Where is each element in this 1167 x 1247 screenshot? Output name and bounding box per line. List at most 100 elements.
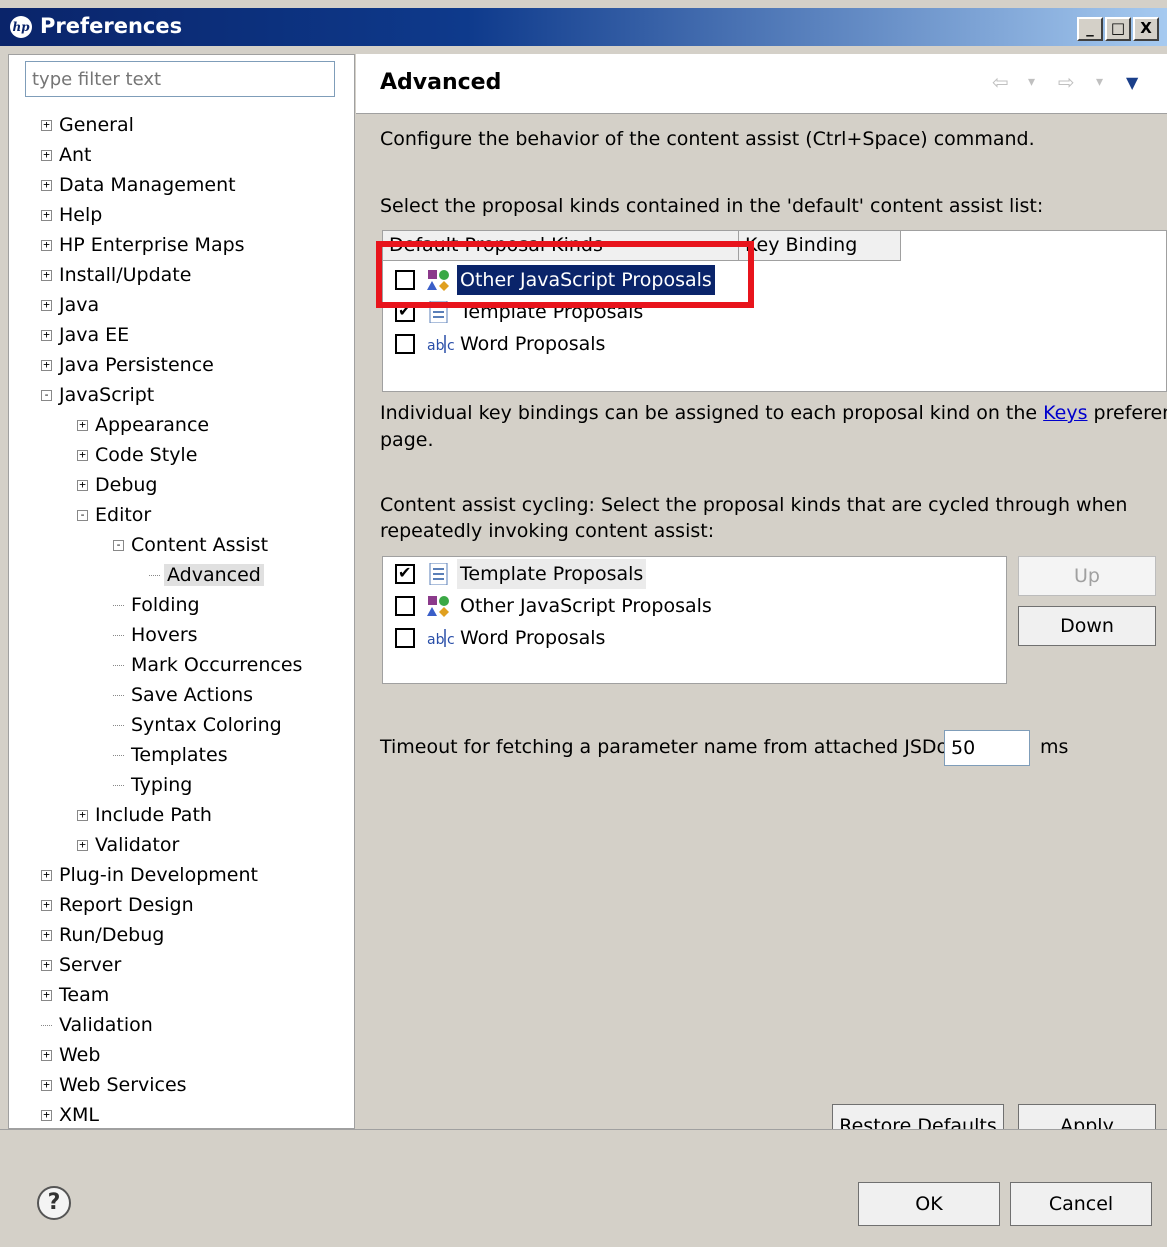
tree-item-help[interactable]: + Help xyxy=(41,201,105,231)
tree-item-run-debug[interactable]: + Run/Debug xyxy=(41,921,167,951)
expand-icon[interactable]: + xyxy=(41,209,52,221)
help-icon[interactable]: ? xyxy=(37,1186,71,1220)
expand-icon[interactable]: + xyxy=(41,1079,52,1091)
expand-icon[interactable]: + xyxy=(77,839,88,851)
tree-item-label: Java Persistence xyxy=(59,354,214,376)
forward-menu-icon[interactable]: ▾ xyxy=(1096,74,1103,90)
keys-link[interactable]: Keys xyxy=(1043,402,1087,424)
timeout-input[interactable] xyxy=(944,730,1030,766)
tree-item-xml[interactable]: + XML xyxy=(41,1101,102,1131)
tree-item-label: Report Design xyxy=(59,894,194,916)
tree-item-templates[interactable]: Templates xyxy=(113,741,231,771)
expand-icon[interactable]: + xyxy=(41,1049,52,1061)
tree-item-mark-occurrences[interactable]: Mark Occurrences xyxy=(113,651,305,681)
tree-item-label: HP Enterprise Maps xyxy=(59,234,245,256)
checkbox[interactable] xyxy=(395,334,415,354)
expand-icon[interactable]: + xyxy=(41,869,52,881)
view-menu-icon[interactable]: ▼ xyxy=(1126,73,1138,92)
tree-item-folding[interactable]: Folding xyxy=(113,591,203,621)
tree-item-label: Web Services xyxy=(59,1074,187,1096)
tree-item-save-actions[interactable]: Save Actions xyxy=(113,681,256,711)
back-arrow-icon[interactable]: ⇦ xyxy=(992,70,1009,94)
collapse-icon[interactable]: - xyxy=(77,509,88,521)
tree-item-label: JavaScript xyxy=(59,384,155,406)
forward-arrow-icon[interactable]: ⇨ xyxy=(1058,70,1075,94)
tree-item-java-ee[interactable]: + Java EE xyxy=(41,321,132,351)
tree-item-validation[interactable]: Validation xyxy=(41,1011,156,1041)
tree-item-javascript[interactable]: - JavaScript xyxy=(41,381,157,411)
tree-item-plug-in-development[interactable]: + Plug-in Development xyxy=(41,861,261,891)
tree-item-label: Help xyxy=(59,204,103,226)
expand-icon[interactable]: + xyxy=(41,899,52,911)
list-item[interactable]: Other JavaScript Proposals xyxy=(383,591,983,621)
tree-item-data-management[interactable]: + Data Management xyxy=(41,171,239,201)
tree-item-web-services[interactable]: + Web Services xyxy=(41,1071,190,1101)
ok-button[interactable]: OK xyxy=(858,1182,1000,1226)
tree-item-web[interactable]: + Web xyxy=(41,1041,103,1071)
tree-item-validator[interactable]: + Validator xyxy=(77,831,182,861)
close-button[interactable]: X xyxy=(1133,17,1159,41)
expand-icon[interactable]: + xyxy=(41,929,52,941)
expand-icon[interactable]: + xyxy=(41,329,52,341)
tree-item-java[interactable]: + Java xyxy=(41,291,102,321)
checkbox[interactable] xyxy=(395,628,415,648)
tree-connector xyxy=(113,695,124,696)
tree-item-ant[interactable]: + Ant xyxy=(41,141,95,171)
tree-connector xyxy=(113,785,124,786)
column-header-key-binding[interactable]: Key Binding xyxy=(739,231,901,261)
expand-icon[interactable]: + xyxy=(41,1109,52,1121)
tree-item-hovers[interactable]: Hovers xyxy=(113,621,201,651)
tree-item-report-design[interactable]: + Report Design xyxy=(41,891,197,921)
down-button[interactable]: Down xyxy=(1018,606,1156,646)
collapse-icon[interactable]: - xyxy=(113,539,124,551)
list-item[interactable]: ab c Word Proposals xyxy=(383,329,983,359)
expand-icon[interactable]: + xyxy=(41,179,52,191)
keybinding-info-text: Individual key bindings can be assigned … xyxy=(380,402,1044,424)
up-button[interactable]: Up xyxy=(1018,556,1156,596)
tree-item-advanced[interactable]: Advanced xyxy=(149,561,264,591)
expand-icon[interactable]: + xyxy=(41,959,52,971)
tree-item-team[interactable]: + Team xyxy=(41,981,112,1011)
tree-item-install-update[interactable]: + Install/Update xyxy=(41,261,194,291)
list-item[interactable]: ab c Word Proposals xyxy=(383,623,983,653)
expand-icon[interactable]: + xyxy=(77,809,88,821)
cancel-button[interactable]: Cancel xyxy=(1010,1182,1152,1226)
minimize-button[interactable]: _ xyxy=(1077,17,1103,41)
tree-item-debug[interactable]: + Debug xyxy=(77,471,160,501)
expand-icon[interactable]: + xyxy=(41,149,52,161)
cycling-proposal-list: Template Proposals Other JavaScript Propo… xyxy=(382,556,1007,684)
tree-item-java-persistence[interactable]: + Java Persistence xyxy=(41,351,217,381)
expand-icon[interactable]: + xyxy=(77,449,88,461)
collapse-icon[interactable]: - xyxy=(41,389,52,401)
list-item[interactable]: Template Proposals xyxy=(383,559,983,589)
hp-logo-icon: hp xyxy=(10,16,32,38)
expand-icon[interactable]: + xyxy=(77,479,88,491)
expand-icon[interactable]: + xyxy=(41,269,52,281)
tree-item-syntax-coloring[interactable]: Syntax Coloring xyxy=(113,711,285,741)
tree-item-general[interactable]: + General xyxy=(41,111,137,141)
tree-item-hp-enterprise-maps[interactable]: + HP Enterprise Maps xyxy=(41,231,248,261)
tree-item-server[interactable]: + Server xyxy=(41,951,124,981)
svg-text:ab: ab xyxy=(427,338,445,354)
title-bar[interactable]: hp Preferences _ □ X xyxy=(0,8,1167,46)
tree-item-include-path[interactable]: + Include Path xyxy=(77,801,215,831)
expand-icon[interactable]: + xyxy=(41,119,52,131)
list-item-label: Template Proposals xyxy=(457,559,647,589)
tree-item-content-assist[interactable]: - Content Assist xyxy=(113,531,271,561)
tree-item-typing[interactable]: Typing xyxy=(113,771,195,801)
filter-input[interactable] xyxy=(25,61,335,97)
expand-icon[interactable]: + xyxy=(41,239,52,251)
maximize-button[interactable]: □ xyxy=(1105,17,1131,41)
expand-icon[interactable]: + xyxy=(41,989,52,1001)
expand-icon[interactable]: + xyxy=(77,419,88,431)
tree-item-label: General xyxy=(59,114,134,136)
back-menu-icon[interactable]: ▾ xyxy=(1028,74,1035,90)
checkbox[interactable] xyxy=(395,596,415,616)
expand-icon[interactable]: + xyxy=(41,359,52,371)
checkbox[interactable] xyxy=(395,560,415,586)
tree-item-appearance[interactable]: + Appearance xyxy=(77,411,212,441)
expand-icon[interactable]: + xyxy=(41,299,52,311)
tree-item-editor[interactable]: - Editor xyxy=(77,501,154,531)
tree-item-label: Mark Occurrences xyxy=(131,654,303,676)
tree-item-code-style[interactable]: + Code Style xyxy=(77,441,200,471)
